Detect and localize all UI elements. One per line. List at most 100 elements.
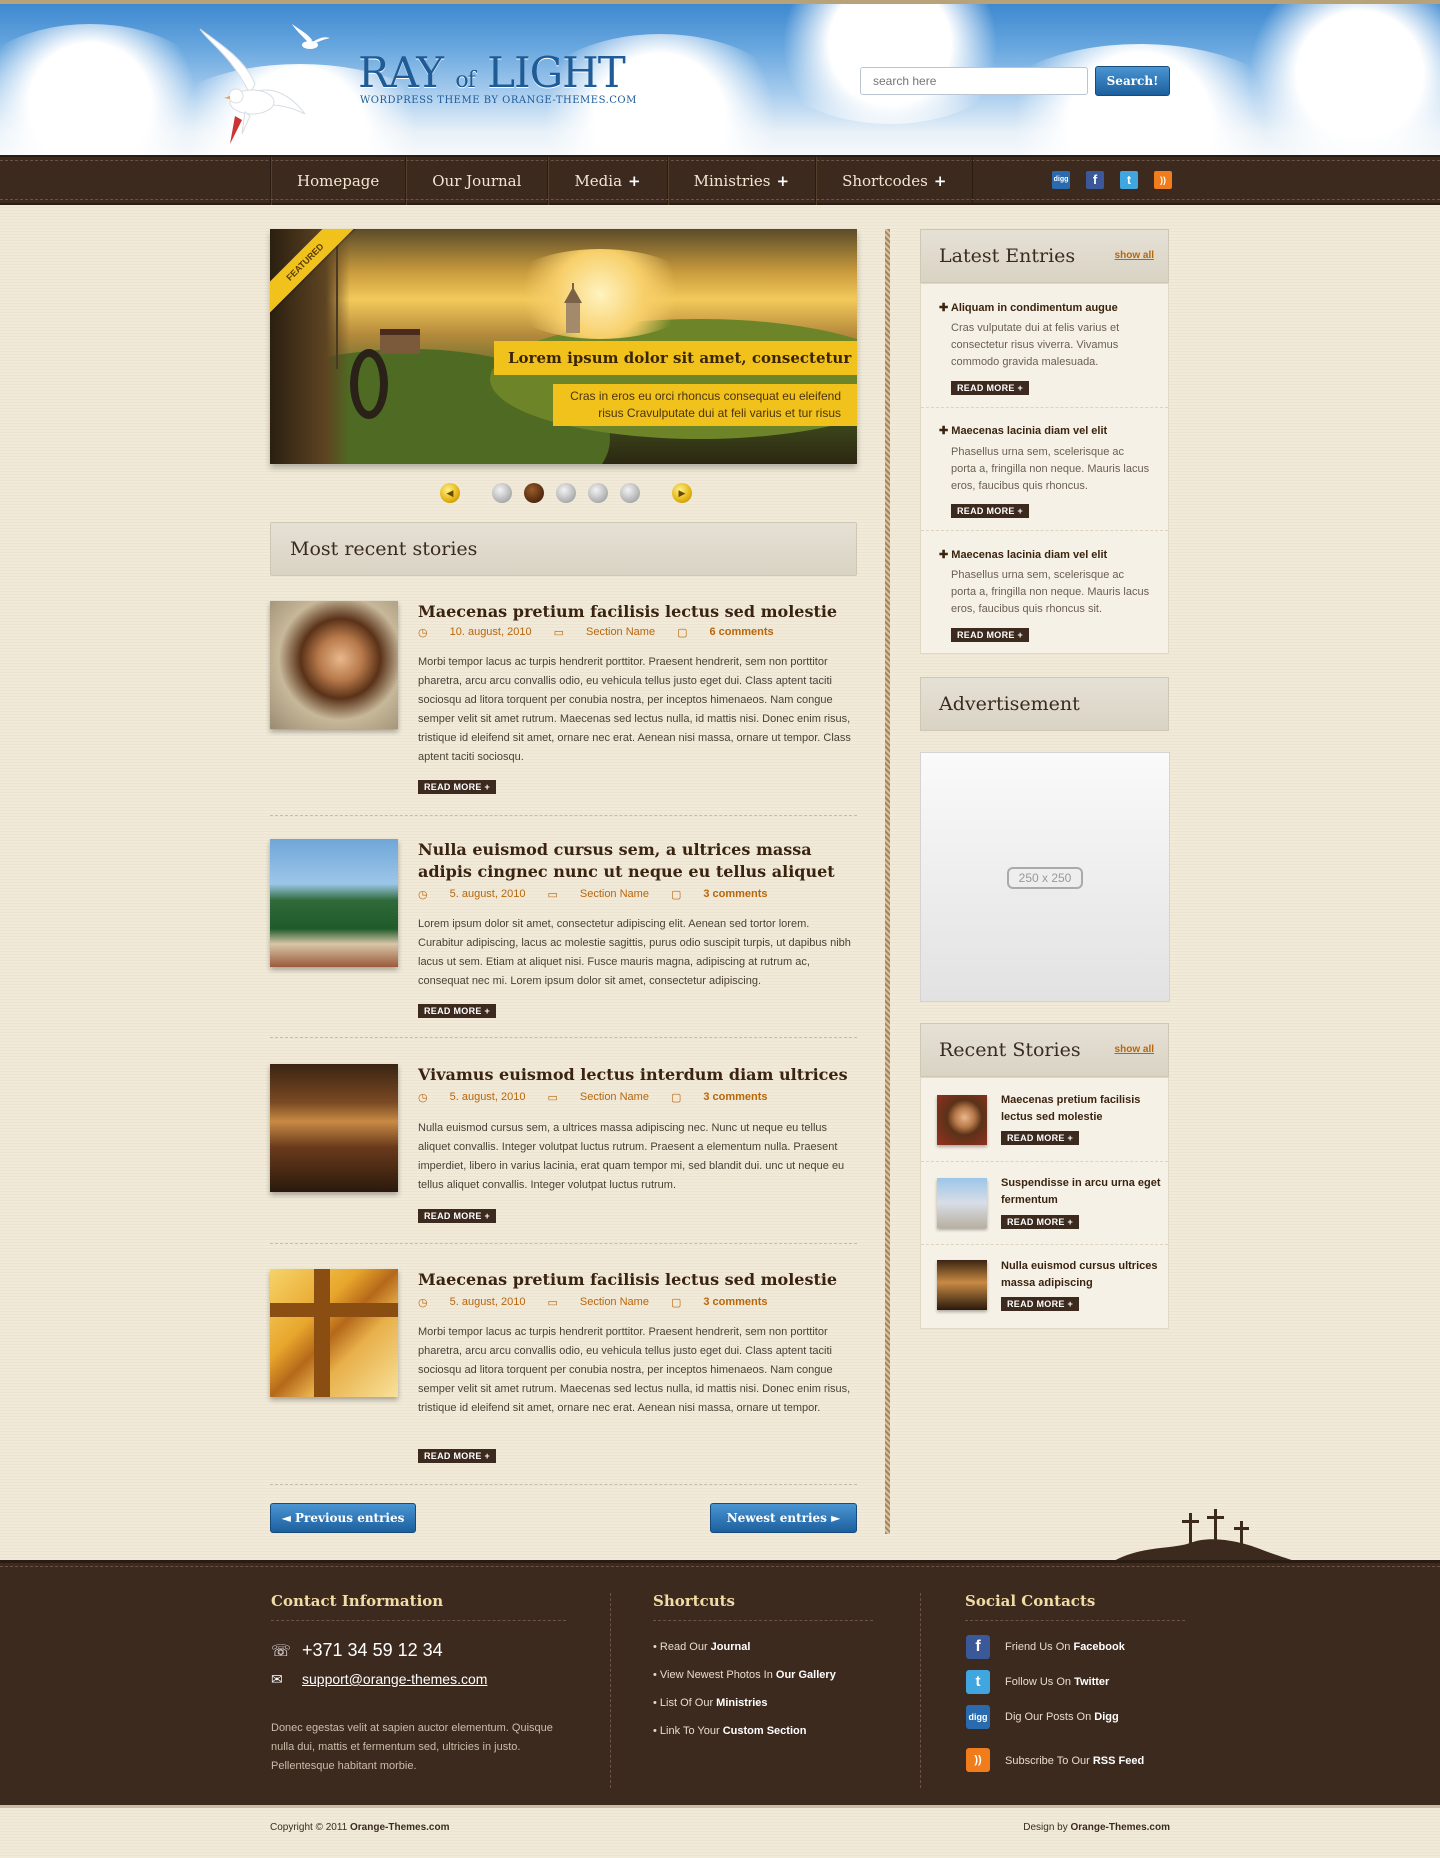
twitter-icon[interactable]: t (966, 1670, 990, 1694)
folder-icon: ▭ (547, 889, 558, 901)
facebook-icon[interactable]: f (1086, 171, 1104, 189)
link-text-bold: RSS Feed (1092, 1755, 1145, 1767)
entry-title-text: Maecenas lacinia diam vel elit (951, 549, 1108, 561)
read-more-button[interactable]: READ MORE + (418, 1209, 497, 1223)
search-input[interactable] (860, 67, 1088, 95)
email-link[interactable]: support@orange-themes.com (302, 1671, 487, 1687)
post-section[interactable]: Section Name (580, 1091, 649, 1104)
twitter-icon[interactable]: t (1120, 171, 1138, 189)
nav-item-shortcodes[interactable]: Shortcodes + (815, 157, 974, 205)
post-thumbnail[interactable] (270, 1064, 398, 1192)
logo-word: of (455, 68, 475, 93)
nav-item-homepage[interactable]: Homepage (270, 157, 405, 205)
post-section[interactable]: Section Name (580, 888, 649, 901)
slider-dot[interactable] (620, 483, 640, 503)
search-button[interactable]: Search! (1095, 66, 1170, 96)
post-title[interactable]: Maecenas pretium facilisis lectus sed mo… (418, 601, 857, 623)
cloud (760, 4, 1020, 124)
slider-next-icon[interactable]: ▶ (672, 483, 692, 503)
latest-entries-header: Latest Entries show all (920, 229, 1169, 283)
story-thumbnail[interactable] (937, 1178, 987, 1228)
social-link-digg[interactable]: Dig Our Posts On Digg (1005, 1711, 1119, 1723)
link-text: Read Our (659, 1641, 711, 1653)
shortcut-link[interactable]: • Read Our Journal (653, 1641, 750, 1653)
story-title[interactable]: Nulla euismod cursus ultrices massa adip… (1001, 1258, 1161, 1292)
entry-title[interactable]: ✚ Maecenas lacinia diam vel elit (939, 424, 1107, 437)
featured-slider[interactable]: FEATURED Lorem ipsum dolor sit amet, con… (270, 229, 857, 464)
post-title[interactable]: Vivamus euismod lectus interdum diam ult… (418, 1064, 857, 1086)
story-thumbnail[interactable] (937, 1095, 987, 1145)
read-more-button[interactable]: READ MORE + (951, 504, 1030, 518)
shortcut-link[interactable]: • List Of Our Ministries (653, 1697, 768, 1709)
story-thumbnail[interactable] (937, 1260, 987, 1310)
designer-link[interactable]: Orange-Themes.com (1071, 1822, 1170, 1833)
nav-item-ministries[interactable]: Ministries + (666, 157, 815, 205)
post-comments[interactable]: 3 comments (703, 888, 767, 901)
rss-icon[interactable]: )) (966, 1748, 990, 1772)
dove-icon (292, 24, 330, 49)
social-link-twitter[interactable]: Follow Us On Twitter (1005, 1676, 1109, 1688)
phone-number: +371 34 59 12 34 (302, 1640, 443, 1660)
read-more-button[interactable]: READ MORE + (1001, 1297, 1080, 1311)
social-link-facebook[interactable]: Friend Us On Facebook (1005, 1641, 1125, 1653)
post-title[interactable]: Nulla euismod cursus sem, a ultrices mas… (418, 839, 857, 883)
post-thumbnail[interactable] (270, 601, 398, 729)
link-text-bold: Digg (1094, 1711, 1119, 1723)
post-title[interactable]: Maecenas pretium facilisis lectus sed mo… (418, 1269, 857, 1291)
newest-entries-button[interactable]: Newest entries ► (710, 1503, 857, 1533)
post-comments[interactable]: 3 comments (703, 1296, 767, 1309)
slider-dot[interactable] (556, 483, 576, 503)
read-more-button[interactable]: READ MORE + (1001, 1215, 1080, 1229)
nav-item-media[interactable]: Media + (547, 157, 666, 205)
read-more-button[interactable]: READ MORE + (418, 1004, 497, 1018)
site-logo[interactable]: RAY of LIGHT (358, 48, 626, 97)
copyright-link[interactable]: Orange-Themes.com (350, 1822, 449, 1833)
social-link-rss[interactable]: Subscribe To Our RSS Feed (1005, 1755, 1144, 1767)
shortcut-link[interactable]: • Link To Your Custom Section (653, 1725, 806, 1737)
post-thumbnail[interactable] (270, 839, 398, 967)
post-thumbnail[interactable] (270, 1269, 398, 1397)
post-comments[interactable]: 6 comments (709, 626, 773, 639)
rss-icon[interactable]: )) (1154, 171, 1172, 189)
post-excerpt: Morbi tempor lacus ac turpis hendrerit p… (418, 656, 851, 763)
slide-title[interactable]: Lorem ipsum dolor sit amet, consectetur (494, 341, 857, 375)
nav-item-journal[interactable]: Our Journal (405, 157, 547, 205)
read-more-button[interactable]: READ MORE + (1001, 1131, 1080, 1145)
slider-dot[interactable] (492, 483, 512, 503)
slide-caption: Cras in eros eu orci rhoncus consequat e… (553, 384, 857, 426)
digg-icon[interactable]: digg (1052, 171, 1070, 189)
post-item: Maecenas pretium facilisis lectus sed mo… (270, 1269, 857, 1469)
post-item: Vivamus euismod lectus interdum diam ult… (270, 1064, 857, 1229)
nav-label: Homepage (297, 172, 380, 190)
slider-prev-icon[interactable]: ◀ (440, 483, 460, 503)
post-comments[interactable]: 3 comments (703, 1091, 767, 1104)
previous-entries-button[interactable]: ◄ Previous entries (270, 1503, 416, 1533)
read-more-button[interactable]: READ MORE + (951, 381, 1030, 395)
read-more-button[interactable]: READ MORE + (951, 628, 1030, 642)
slider-dot-active[interactable] (524, 483, 544, 503)
shortcut-link[interactable]: • View Newest Photos In Our Gallery (653, 1669, 836, 1681)
link-text-bold: Ministries (716, 1697, 768, 1709)
site-tagline: WORDPRESS THEME BY ORANGE-THEMES.COM (360, 95, 637, 106)
read-more-button[interactable]: READ MORE + (418, 1449, 497, 1463)
show-all-link[interactable]: show all (1115, 1024, 1154, 1076)
clock-icon: ◷ (418, 627, 428, 639)
divider (271, 1620, 566, 1621)
entry-title[interactable]: ✚ Maecenas lacinia diam vel elit (939, 548, 1107, 561)
ad-placeholder[interactable]: 250 x 250 (920, 752, 1170, 1002)
show-all-link[interactable]: show all (1115, 230, 1154, 282)
read-more-button[interactable]: READ MORE + (418, 780, 497, 794)
post-section[interactable]: Section Name (586, 626, 655, 639)
slider-dot[interactable] (588, 483, 608, 503)
story-title[interactable]: Maecenas pretium facilisis lectus sed mo… (1001, 1092, 1161, 1126)
post-item: Maecenas pretium facilisis lectus sed mo… (270, 601, 857, 794)
logo-word: RAY (358, 48, 444, 97)
entry-title[interactable]: ✚ Aliquam in condimentum augue (939, 301, 1118, 314)
sun-glow (500, 249, 700, 339)
facebook-icon[interactable]: f (966, 1635, 990, 1659)
post-section[interactable]: Section Name (580, 1296, 649, 1309)
digg-icon[interactable]: digg (966, 1705, 990, 1729)
logo-word: LIGHT (487, 48, 626, 97)
story-title[interactable]: Suspendisse in arcu urna eget fermentum (1001, 1175, 1161, 1209)
link-text: Link To Your (659, 1725, 723, 1737)
